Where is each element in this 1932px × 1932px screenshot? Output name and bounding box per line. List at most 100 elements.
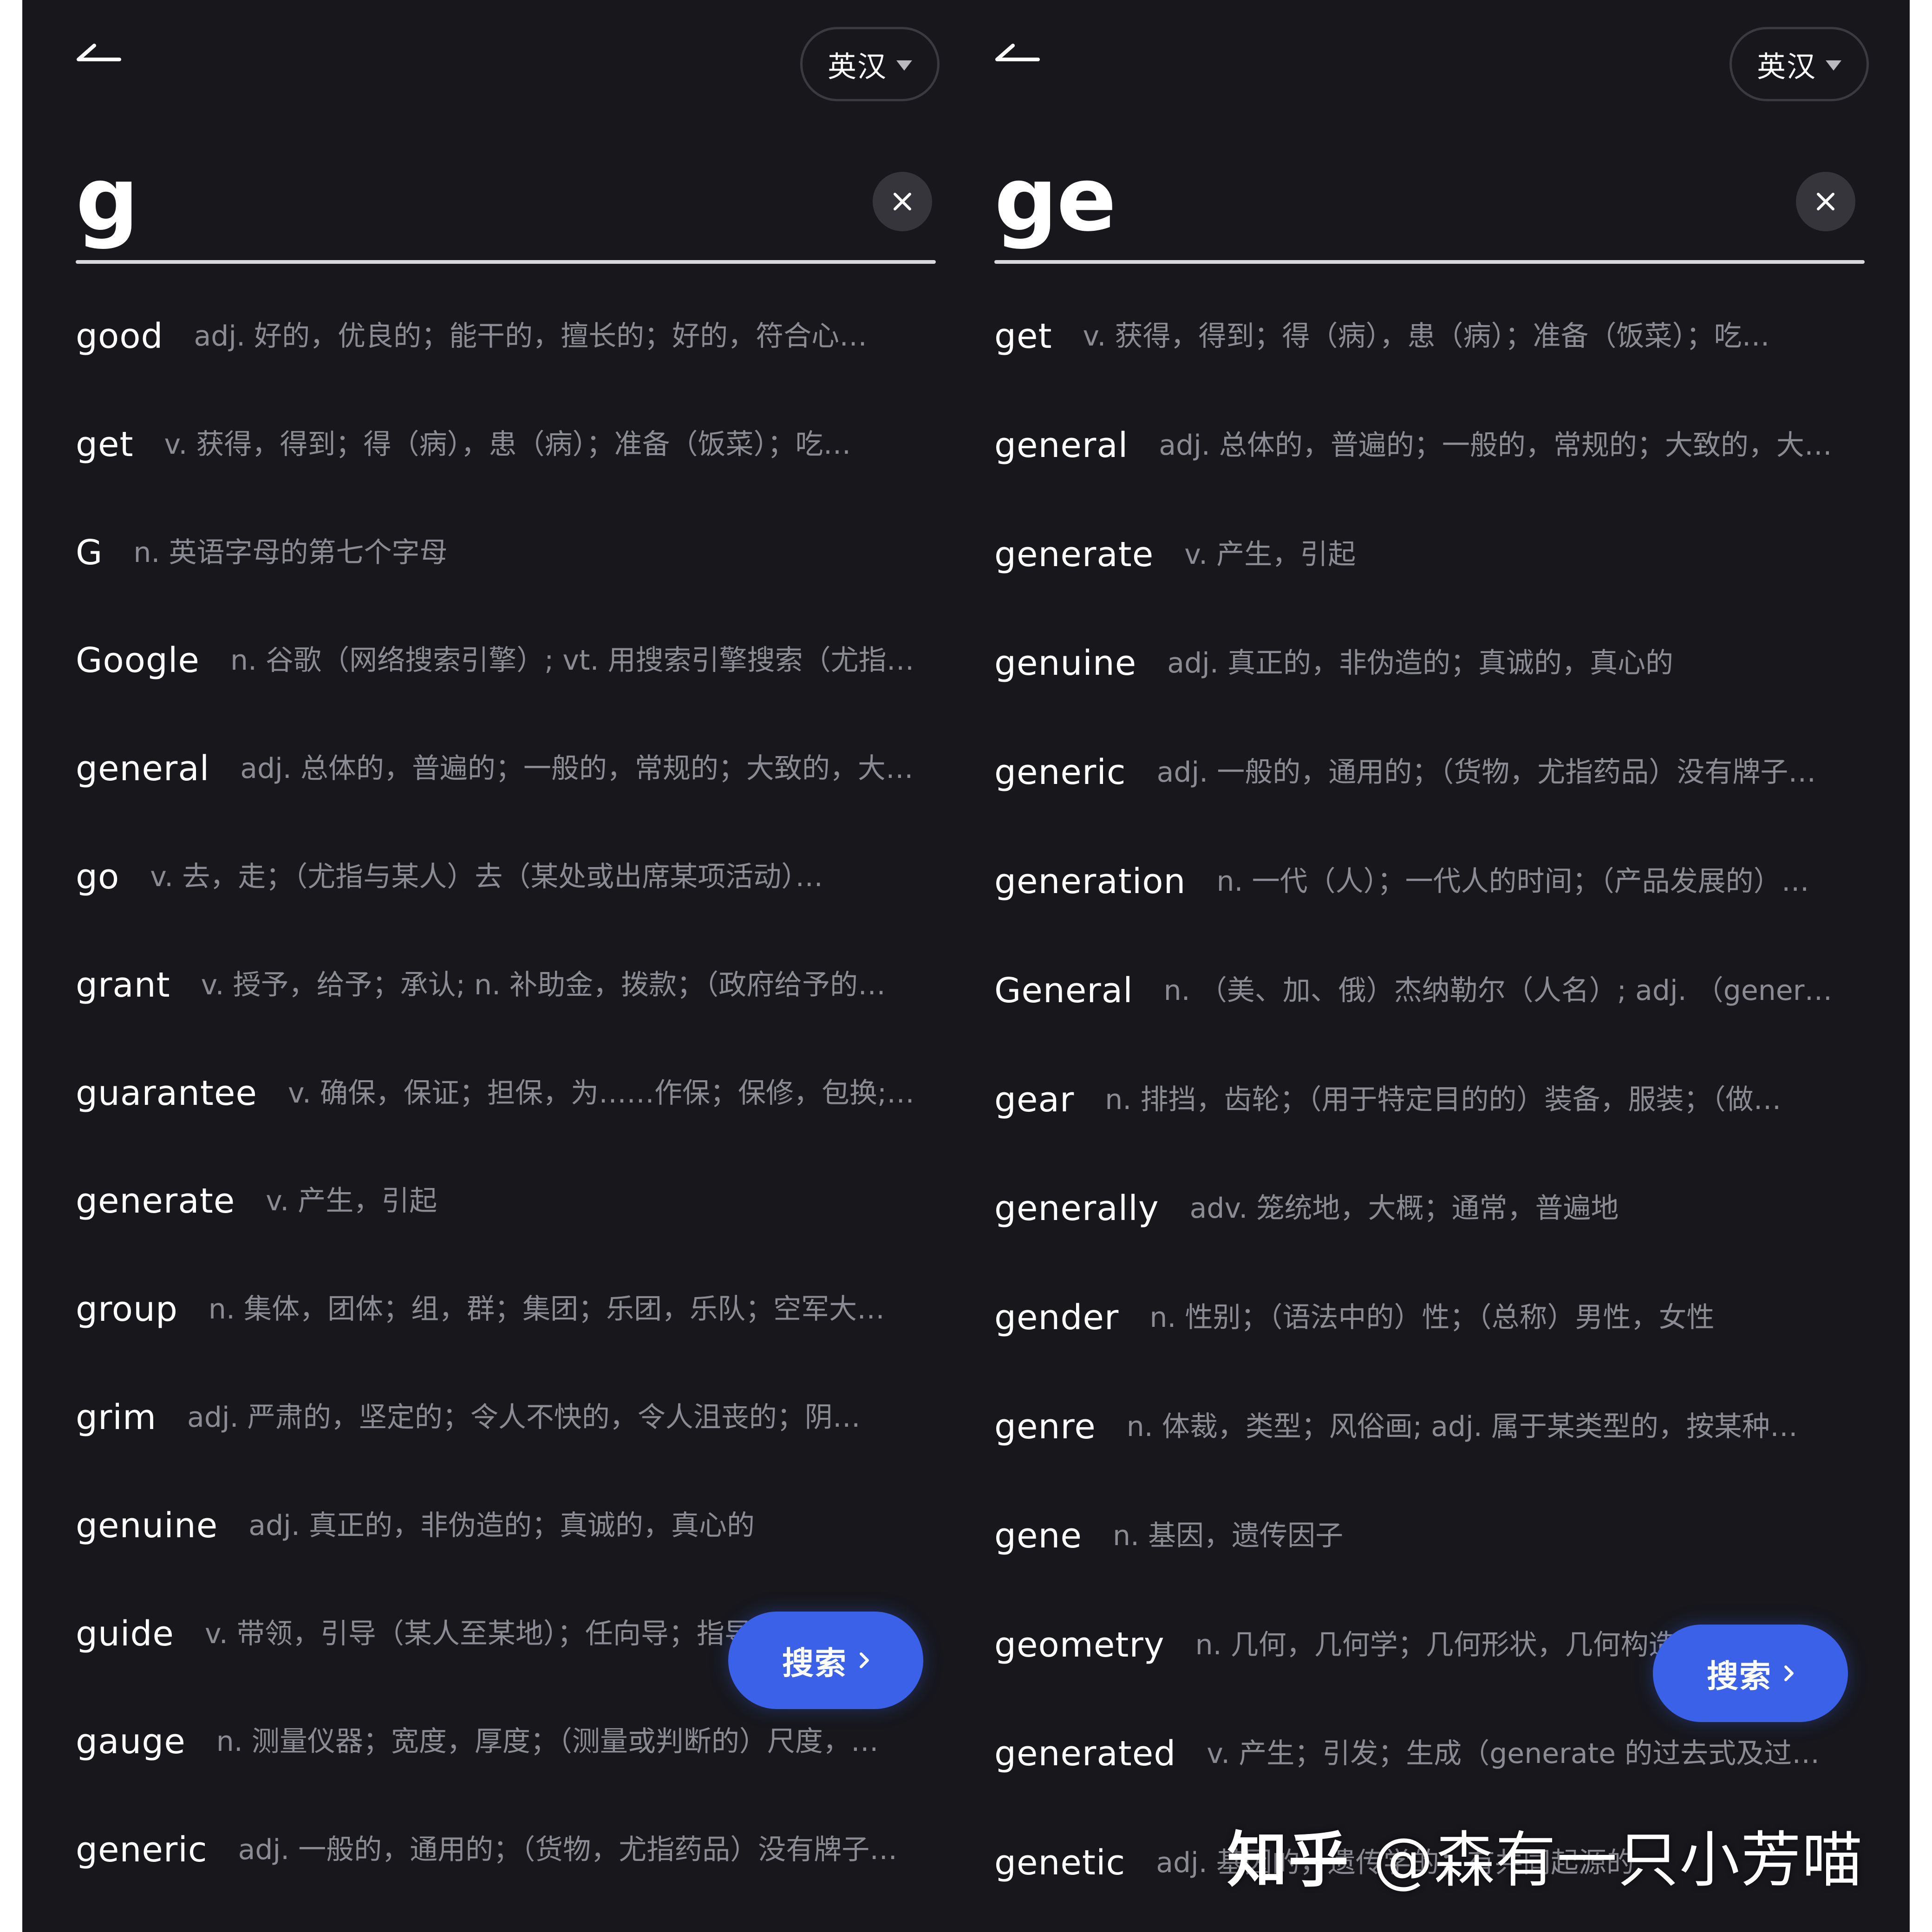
suggestion-item[interactable]: group n. 集体，团体；组，群；集团；乐团，乐队；空军大… [76, 1281, 949, 1390]
suggestion-definition: n. 谷歌（网络搜索引擎）; vt. 用搜索引擎搜索（尤指… [230, 644, 914, 677]
language-label: 英汉 [1756, 50, 1816, 84]
suggestion-word: guide [76, 1613, 174, 1654]
dictionary-panel-right: 英汉 ge get v. 获得，得到；得（病），患（病）；准备（饭菜）；吃… ge… [994, 0, 1923, 1932]
suggestion-item[interactable]: grant v. 授予，给予；承认; n. 补助金，拨款；（政府给予的… [76, 957, 949, 1065]
suggestion-definition: n. 英语字母的第七个字母 [133, 536, 448, 569]
suggestion-word: generated [994, 1734, 1176, 1774]
suggestion-item[interactable]: guarantee v. 确保，保证；担保，为……作保；保修，包换;… [76, 1065, 949, 1174]
back-arrow-icon[interactable] [994, 37, 1055, 88]
suggestion-definition: adj. 一般的，通用的；（货物，尤指药品）没有牌子… [1156, 756, 1816, 789]
search-input[interactable]: g [76, 153, 139, 246]
caret-down-icon [896, 60, 912, 71]
suggestion-word: geometry [994, 1625, 1165, 1665]
search-underline [76, 260, 936, 264]
suggestion-word: gene [994, 1515, 1082, 1556]
suggestion-definition: adj. 真正的，非伪造的；真诚的，真心的 [248, 1509, 755, 1542]
search-button[interactable]: 搜索 [728, 1612, 923, 1709]
language-selector[interactable]: 英汉 [1730, 27, 1869, 101]
dictionary-panel-left: 英汉 g good adj. 好的，优良的；能干的，擅长的；好的，符合心愿… ge… [76, 0, 1005, 1932]
close-icon [1817, 193, 1834, 210]
suggestion-definition: adj. 总体的，普遍的；一般的，常规的；大致的，大… [1159, 429, 1832, 462]
suggestion-item[interactable]: genre n. 体裁，类型；风俗画; adj. 属于某类型的，按某种风… [994, 1399, 1867, 1508]
clear-search-button[interactable] [1796, 172, 1855, 231]
suggestion-word: get [76, 424, 134, 464]
suggestion-item[interactable]: generic adj. 一般的，通用的；（货物，尤指药品）没有牌子… [994, 744, 1867, 854]
suggestion-item[interactable]: gender n. 性别；（语法中的）性；（总称）男性，女性 [994, 1290, 1867, 1399]
suggestion-word: general [76, 749, 210, 789]
suggestion-item[interactable]: gene n. 基因，遗传因子 [994, 1508, 1867, 1617]
suggestion-definition: v. 授予，给予；承认; n. 补助金，拨款；（政府给予的… [201, 968, 886, 1001]
suggestion-item[interactable]: genuine adj. 真正的，非伪造的；真诚的，真心的 [994, 635, 1867, 744]
suggestion-word: generate [76, 1181, 235, 1221]
suggestion-word: gear [994, 1079, 1075, 1120]
language-label: 英汉 [827, 50, 887, 84]
suggestion-word: general [994, 425, 1129, 465]
suggestion-definition: v. 产生，引起 [266, 1185, 437, 1218]
language-selector[interactable]: 英汉 [800, 27, 940, 101]
search-button[interactable]: 搜索 [1653, 1625, 1848, 1722]
suggestion-definition: v. 获得，得到；得（病），患（病）；准备（饭菜）；吃… [164, 428, 851, 461]
caret-down-icon [1826, 60, 1841, 71]
suggestion-item[interactable]: generate v. 产生，引起 [76, 1173, 949, 1281]
suggestion-word: go [76, 856, 120, 897]
suggestion-definition: v. 确保，保证；担保，为……作保；保修，包换;… [287, 1077, 915, 1110]
clear-search-button[interactable] [873, 172, 932, 231]
suggestion-word: generally [994, 1188, 1159, 1229]
suggestion-word: General [994, 970, 1133, 1011]
suggestion-definition: v. 获得，得到；得（病），患（病）；准备（饭菜）；吃… [1083, 320, 1770, 352]
suggestion-item[interactable]: general adj. 总体的，普遍的；一般的，常规的；大致的，大… [76, 741, 949, 849]
suggestion-word: genuine [994, 643, 1137, 684]
suggestion-word: G [76, 532, 103, 573]
search-button-label: 搜索 [782, 1645, 847, 1682]
suggestion-item[interactable]: genuine adj. 真正的，非伪造的；真诚的，真心的 [76, 1498, 949, 1606]
suggestion-definition: v. 产生；引发；生成（generate 的过去式及过… [1207, 1737, 1820, 1770]
search-underline [994, 260, 1865, 264]
suggestion-word: guarantee [76, 1073, 257, 1113]
suggestion-word: genre [994, 1406, 1096, 1447]
watermark: 知乎 @森有一只小芳喵 [1227, 1811, 1863, 1899]
suggestion-word: Google [76, 640, 200, 681]
suggestion-item[interactable]: generally adv. 笼统地，大概；通常，普遍地 [994, 1181, 1867, 1290]
back-arrow-icon[interactable] [76, 37, 136, 88]
suggestion-word: genuine [76, 1505, 218, 1546]
suggestion-definition: adv. 笼统地，大概；通常，普遍地 [1189, 1192, 1619, 1225]
suggestion-word: generic [994, 752, 1126, 793]
chevron-right-icon [1784, 1665, 1794, 1681]
suggestion-definition: n. 排挡，齿轮；（用于特定目的的）装备，服装；（做… [1105, 1083, 1782, 1116]
suggestion-definition: n. 一代（人）；一代人的时间；（产品发展的）… [1216, 865, 1809, 898]
suggestion-item[interactable]: go v. 去，走；（尤指与某人）去（某处或出席某项活动）；… [76, 849, 949, 957]
search-input[interactable]: ge [994, 153, 1116, 246]
suggestion-item[interactable]: generic adj. 一般的，通用的；（货物，尤指药品）没有牌子… [76, 1822, 949, 1930]
suggestion-word: generate [994, 534, 1154, 574]
suggestion-item[interactable]: good adj. 好的，优良的；能干的，擅长的；好的，符合心愿… [76, 308, 949, 417]
suggestion-item[interactable]: grim adj. 严肃的，坚定的；令人不快的，令人沮丧的；阴森… [76, 1390, 949, 1498]
suggestion-item[interactable]: Google n. 谷歌（网络搜索引擎）; vt. 用搜索引擎搜索（尤指… [76, 633, 949, 741]
suggestion-item[interactable]: gauge n. 测量仪器；宽度，厚度；（测量或判断的）尺度，… [76, 1714, 949, 1822]
suggestion-word: grim [76, 1397, 157, 1437]
app-screen: 英汉 g good adj. 好的，优良的；能干的，擅长的；好的，符合心愿… ge… [22, 0, 1910, 1932]
suggestion-item[interactable]: generation n. 一代（人）；一代人的时间；（产品发展的）… [994, 854, 1867, 963]
suggestion-definition: adj. 真正的，非伪造的；真诚的，真心的 [1167, 647, 1673, 680]
suggestion-word: generation [994, 861, 1186, 901]
suggestion-item[interactable]: generate v. 产生，引起 [994, 527, 1867, 636]
suggestion-definition: adj. 总体的，普遍的；一般的，常规的；大致的，大… [240, 752, 914, 785]
suggestion-item[interactable]: General n. （美、加、俄）杰纳勒尔（人名）; adj. （gener… [994, 963, 1867, 1072]
suggestion-definition: adj. 一般的，通用的；（货物，尤指药品）没有牌子… [238, 1834, 898, 1867]
chevron-right-icon [860, 1652, 869, 1668]
suggestion-word: group [76, 1289, 178, 1330]
suggestion-item[interactable]: general adj. 总体的，普遍的；一般的，常规的；大致的，大… [994, 418, 1867, 527]
watermark-handle: @森有一只小芳喵 [1372, 1825, 1863, 1895]
suggestion-definition: n. （美、加、俄）杰纳勒尔（人名）; adj. （gener… [1163, 974, 1833, 1007]
suggestion-word: gender [994, 1298, 1119, 1338]
suggestion-word: good [76, 316, 163, 356]
suggestion-definition: n. 基因，遗传因子 [1112, 1519, 1344, 1552]
watermark-brand: 知乎 [1227, 1825, 1350, 1895]
suggestion-item[interactable]: get v. 获得，得到；得（病），患（病）；准备（饭菜）；吃… [76, 417, 949, 525]
suggestion-definition: adj. 好的，优良的；能干的，擅长的；好的，符合心愿… [194, 320, 891, 352]
suggestion-item[interactable]: Gn. 英语字母的第七个字母 [76, 525, 949, 633]
suggestion-item[interactable]: get v. 获得，得到；得（病），患（病）；准备（饭菜）；吃… [994, 308, 1867, 418]
suggestion-definition: v. 产生，引起 [1184, 538, 1356, 571]
suggestion-item[interactable]: gear n. 排挡，齿轮；（用于特定目的的）装备，服装；（做… [994, 1072, 1867, 1181]
suggestion-definition: n. 测量仪器；宽度，厚度；（测量或判断的）尺度，… [216, 1725, 879, 1758]
suggestion-definition: v. 去，走；（尤指与某人）去（某处或出席某项活动）；… [150, 860, 847, 893]
